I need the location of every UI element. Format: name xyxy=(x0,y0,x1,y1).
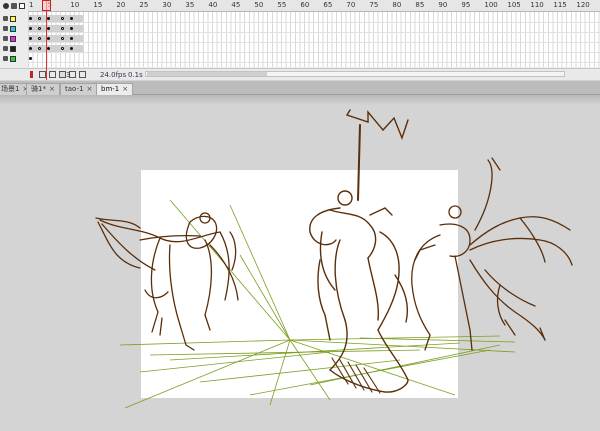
perspective-guide-lines xyxy=(119,199,516,409)
horse-rider-right xyxy=(411,157,573,351)
horse-rider-left xyxy=(95,212,239,351)
flash-editor-window: 1510152025303540455055606570758085909510… xyxy=(0,0,600,431)
sketch-drawing[interactable] xyxy=(0,0,600,431)
